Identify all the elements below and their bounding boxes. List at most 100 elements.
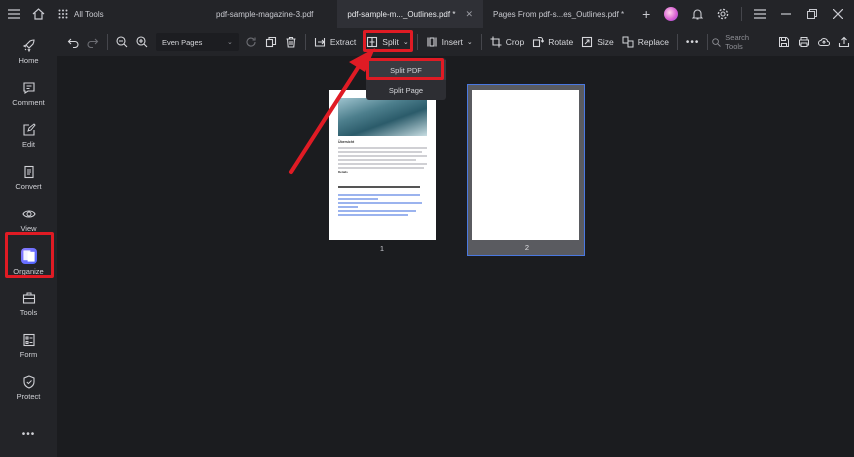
save-icon	[778, 37, 789, 47]
sidebar-item-label: Tools	[19, 308, 38, 317]
copy-icon	[265, 36, 276, 48]
sidebar-item-label: Comment	[12, 98, 45, 107]
undo-button[interactable]	[63, 28, 83, 56]
zoom-in-button[interactable]	[132, 28, 152, 56]
page-range-select[interactable]: Even Pages ⌄	[155, 33, 239, 51]
divider	[741, 7, 742, 21]
home-icon[interactable]	[26, 0, 50, 28]
close-window-icon[interactable]	[826, 0, 850, 28]
sidebar-item-protect[interactable]: Protect	[0, 368, 57, 408]
page-canvas: Übersicht Details 1 2	[57, 48, 854, 457]
text-line	[338, 186, 420, 188]
sidebar-item-convert[interactable]: Convert	[0, 158, 57, 198]
undo-icon	[67, 38, 79, 48]
zoom-out-icon	[116, 36, 128, 48]
app-window: All Tools pdf-sample-magazine-3.pdf pdf-…	[0, 0, 854, 457]
highlight-organize	[5, 232, 54, 278]
copy-page-button[interactable]	[261, 28, 281, 56]
all-tools-label: All Tools	[74, 9, 104, 19]
menu-item-split-page[interactable]: Split Page	[366, 80, 446, 100]
hamburger-menu-icon[interactable]	[748, 0, 772, 28]
sidebar-item-form[interactable]: Form	[0, 326, 57, 366]
notification-bell-icon[interactable]	[685, 0, 709, 28]
rotate-label: Rotate	[548, 37, 574, 47]
settings-gear-icon[interactable]	[711, 0, 735, 28]
extract-label: Extract	[329, 37, 357, 47]
size-button[interactable]: Size	[577, 28, 618, 56]
zoom-in-icon	[136, 36, 148, 48]
more-options-icon[interactable]: •••	[682, 28, 704, 56]
form-icon	[22, 333, 35, 347]
sidebar-item-comment[interactable]: Comment	[0, 74, 57, 114]
close-tab-icon[interactable]: ✕	[465, 9, 473, 20]
sidebar-item-label: Home	[18, 56, 39, 65]
replace-label: Replace	[637, 37, 669, 47]
convert-icon	[23, 165, 34, 179]
sidebar-item-label: Edit	[22, 140, 35, 149]
divider	[107, 34, 108, 50]
sidebar-item-label: Form	[19, 350, 38, 359]
rotate-refresh-icon	[246, 37, 256, 47]
chevron-down-icon: ⌄	[466, 39, 473, 46]
search-icon	[712, 37, 722, 47]
tab-label: pdf-sample-m..._Outlines.pdf *	[347, 9, 456, 19]
rotate-button[interactable]: Rotate	[528, 28, 577, 56]
comment-icon	[22, 82, 35, 95]
more-icon[interactable]: •••	[0, 414, 57, 454]
link-line	[338, 210, 416, 212]
link-line	[338, 194, 420, 196]
eye-icon	[21, 210, 36, 218]
menu-item-label: Split Page	[388, 85, 424, 95]
sidebar-item-edit[interactable]: Edit	[0, 116, 57, 156]
tab-magazine[interactable]: pdf-sample-magazine-3.pdf	[206, 0, 323, 28]
replace-page-button[interactable]	[241, 28, 261, 56]
page-number-1: 1	[379, 244, 385, 253]
rotate-icon	[533, 37, 545, 48]
sidebar-item-tools[interactable]: Tools	[0, 284, 57, 324]
extract-icon	[314, 38, 325, 47]
search-tools-input[interactable]: Search Tools	[712, 33, 768, 51]
replace-button[interactable]: Replace	[618, 28, 673, 56]
link-line	[338, 214, 408, 216]
replace-icon	[622, 36, 634, 48]
zoom-out-button[interactable]	[112, 28, 132, 56]
print-icon	[798, 37, 809, 47]
divider	[676, 34, 678, 50]
crop-icon	[490, 36, 502, 48]
title-bar: All Tools pdf-sample-magazine-3.pdf pdf-…	[0, 0, 854, 28]
tab-label: pdf-sample-magazine-3.pdf	[216, 9, 314, 19]
share-button[interactable]	[834, 28, 854, 56]
tab-pages-from[interactable]: Pages From pdf-s...es_Outlines.pdf *	[483, 0, 634, 28]
save-button[interactable]	[774, 28, 794, 56]
link-line	[338, 202, 422, 204]
all-tools-button[interactable]: All Tools	[58, 9, 168, 19]
minimize-icon[interactable]	[774, 0, 798, 28]
avatar[interactable]	[659, 0, 683, 28]
tab-label: Pages From pdf-s...es_Outlines.pdf *	[492, 9, 625, 19]
redo-button[interactable]	[83, 28, 103, 56]
divider	[304, 34, 306, 50]
insert-icon	[427, 37, 437, 47]
sidebar-item-home[interactable]: Home	[0, 32, 57, 72]
crop-button[interactable]: Crop	[486, 28, 528, 56]
tab-outlines[interactable]: pdf-sample-m..._Outlines.pdf * ✕	[337, 0, 483, 28]
edit-icon	[22, 123, 36, 136]
crop-label: Crop	[505, 37, 525, 47]
insert-button[interactable]: Insert ⌄	[422, 28, 477, 56]
size-label: Size	[597, 37, 614, 47]
link-line	[338, 206, 358, 208]
shield-icon	[22, 375, 35, 389]
page-thumbnail-2-selected[interactable]: 2	[467, 84, 585, 256]
cloud-icon	[817, 38, 830, 47]
page-range-value: Even Pages	[161, 37, 203, 47]
menu-icon[interactable]	[2, 0, 26, 28]
restore-icon[interactable]	[800, 0, 824, 28]
print-button[interactable]	[794, 28, 814, 56]
highlight-split-button	[363, 30, 413, 52]
sidebar-item-label: Protect	[16, 392, 41, 401]
link-line	[338, 198, 378, 200]
divider	[480, 34, 482, 50]
insert-label: Insert	[441, 37, 463, 47]
new-tab-icon[interactable]: +	[634, 6, 658, 22]
cloud-upload-button[interactable]	[814, 28, 834, 56]
